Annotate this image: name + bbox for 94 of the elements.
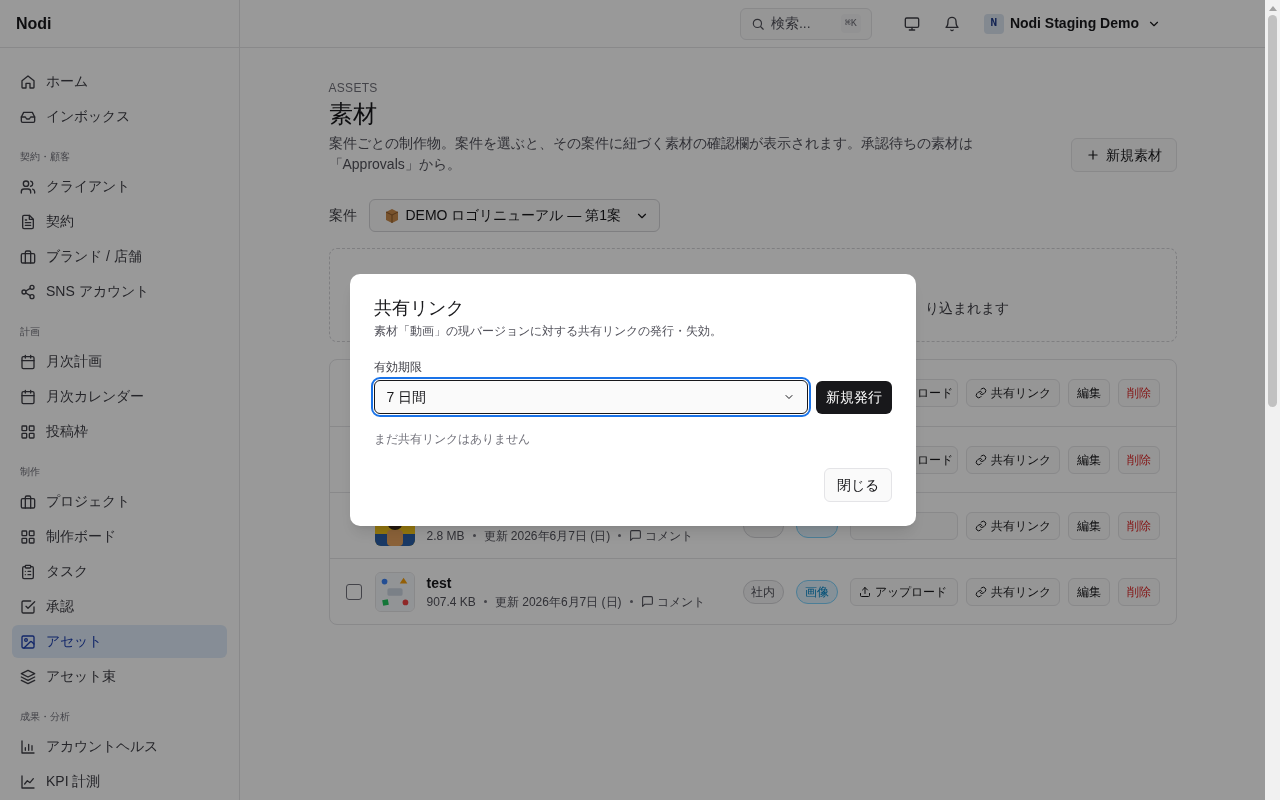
expiry-label: 有効期限 bbox=[373, 359, 423, 376]
search-field[interactable]: 検索... ⌘K bbox=[739, 7, 872, 40]
share-link-button[interactable]: 共有リンク bbox=[965, 577, 1060, 606]
document-icon bbox=[20, 213, 36, 230]
dialog-description: 素材「動画」の現バージョンに対する共有リンクの発行・失効。 bbox=[373, 323, 723, 340]
checkbox-icon bbox=[20, 598, 36, 615]
bell-icon bbox=[943, 15, 960, 32]
home-icon bbox=[20, 73, 36, 90]
comments-link[interactable]: コメント bbox=[640, 592, 705, 611]
empty-message: まだ共有リンクはありません bbox=[373, 431, 531, 448]
share-icon bbox=[20, 283, 36, 300]
page-eyebrow: ASSETS bbox=[328, 80, 379, 96]
nav-item[interactable]: 契約 bbox=[12, 205, 227, 238]
link-icon bbox=[974, 519, 987, 532]
scrollbar-thumb[interactable] bbox=[1268, 15, 1277, 407]
calendar-icon bbox=[20, 388, 36, 405]
edit-button[interactable]: 編集 bbox=[1067, 379, 1110, 407]
briefcase-icon bbox=[20, 493, 36, 510]
nav-item[interactable]: アカウントヘルス bbox=[12, 730, 227, 763]
project-select[interactable]: DEMO ロゴリニューアル — 第1案 bbox=[368, 199, 660, 232]
edit-button[interactable]: 編集 bbox=[1067, 445, 1110, 474]
nav-section-heading: 成果・分析 bbox=[20, 711, 70, 722]
comment-icon bbox=[629, 529, 643, 542]
nav-item[interactable]: KPI 計測 bbox=[12, 765, 227, 798]
dropzone-text: り込まれます bbox=[924, 299, 1009, 318]
briefcase-icon bbox=[20, 248, 36, 265]
monitor-icon bbox=[903, 15, 920, 32]
nav-section-heading: 契約・顧客 bbox=[20, 151, 70, 162]
nav-item[interactable]: 制作ボード bbox=[12, 520, 227, 553]
calendar-icon bbox=[20, 353, 36, 370]
scrollbar[interactable] bbox=[1265, 0, 1280, 800]
nav-item[interactable]: 投稿枠 bbox=[12, 415, 227, 448]
page-title: 素材 bbox=[328, 99, 378, 129]
tag: 画像 bbox=[795, 579, 838, 604]
file-size: 2.8 MB bbox=[426, 527, 465, 545]
file-size: 907.4 KB bbox=[426, 593, 476, 611]
nav-item[interactable]: ホーム bbox=[12, 65, 227, 98]
row-checkbox[interactable] bbox=[345, 583, 362, 600]
edit-button[interactable]: 編集 bbox=[1067, 511, 1110, 540]
image-icon bbox=[20, 633, 36, 650]
nav-item[interactable]: アセット束 bbox=[12, 660, 227, 693]
bar-chart-icon bbox=[20, 738, 36, 755]
scroll-up-icon[interactable] bbox=[1268, 4, 1277, 11]
nav-item[interactable]: タスク bbox=[12, 555, 227, 588]
nav-item[interactable]: 承認 bbox=[12, 590, 227, 623]
updated-date: 更新 2026年6月7日 (日) bbox=[494, 593, 622, 611]
nav-item[interactable]: クライアント bbox=[12, 170, 227, 203]
link-icon bbox=[974, 585, 987, 598]
page-description: 案件ごとの制作物。案件を選ぶと、その案件に紐づく素材の確認欄が表示されます。承認待ちの素材は「Approvals」から。 bbox=[328, 134, 974, 174]
upload-button[interactable]: アップロード bbox=[849, 577, 958, 606]
upload-icon bbox=[858, 585, 871, 598]
close-button[interactable]: 閉じる bbox=[823, 468, 892, 502]
layers-icon bbox=[20, 668, 36, 685]
shortcut-key: ⌘K bbox=[840, 14, 861, 33]
brand-name[interactable]: Nodi bbox=[16, 11, 52, 36]
grid-icon bbox=[20, 423, 36, 440]
clipboard-icon bbox=[20, 563, 36, 580]
comment-icon bbox=[640, 595, 654, 608]
nav-item[interactable]: 月次計画 bbox=[12, 345, 227, 378]
tag: 社内 bbox=[742, 579, 784, 604]
delete-button[interactable]: 削除 bbox=[1117, 577, 1160, 606]
grid-icon bbox=[20, 528, 36, 545]
line-chart-icon bbox=[20, 773, 36, 790]
share-link-button[interactable]: 共有リンク bbox=[965, 445, 1060, 474]
package-icon bbox=[383, 207, 400, 224]
nav-item[interactable]: プロジェクト bbox=[12, 485, 227, 518]
plus-icon bbox=[1085, 148, 1100, 162]
users-icon bbox=[20, 178, 36, 195]
workspace-switcher[interactable]: N Nodi Staging Demo bbox=[983, 7, 1161, 40]
new-asset-button[interactable]: 新規素材 bbox=[1070, 138, 1177, 172]
nav-section-heading: 計画 bbox=[20, 326, 40, 337]
comments-link[interactable]: コメント bbox=[629, 526, 694, 545]
delete-button[interactable]: 削除 bbox=[1117, 379, 1160, 407]
delete-button[interactable]: 削除 bbox=[1117, 511, 1160, 540]
link-icon bbox=[974, 453, 987, 466]
nav-item[interactable]: 月次カレンダー bbox=[12, 380, 227, 413]
share-link-button[interactable]: 共有リンク bbox=[965, 379, 1060, 407]
updated-date: 更新 2026年6月7日 (日) bbox=[483, 527, 611, 545]
nav-item[interactable]: ブランド / 店舗 bbox=[12, 240, 227, 273]
workspace-avatar: N bbox=[983, 13, 1004, 34]
edit-button[interactable]: 編集 bbox=[1067, 577, 1110, 606]
nav-section-heading: 制作 bbox=[20, 466, 40, 477]
expiry-select[interactable]: 7 日間 bbox=[373, 380, 808, 414]
issue-link-button[interactable]: 新規発行 bbox=[815, 380, 892, 414]
nav-item[interactable]: SNS アカウント bbox=[12, 275, 227, 308]
nav-item[interactable]: アセット bbox=[12, 625, 227, 658]
project-label: 案件 bbox=[328, 206, 357, 225]
share-link-button[interactable]: 共有リンク bbox=[965, 511, 1060, 540]
search-icon bbox=[750, 16, 765, 31]
dialog-title: 共有リンク bbox=[373, 297, 465, 320]
asset-name[interactable]: test bbox=[426, 572, 705, 593]
link-icon bbox=[974, 387, 987, 399]
nav-item[interactable]: インボックス bbox=[12, 100, 227, 133]
delete-button[interactable]: 削除 bbox=[1117, 445, 1160, 474]
